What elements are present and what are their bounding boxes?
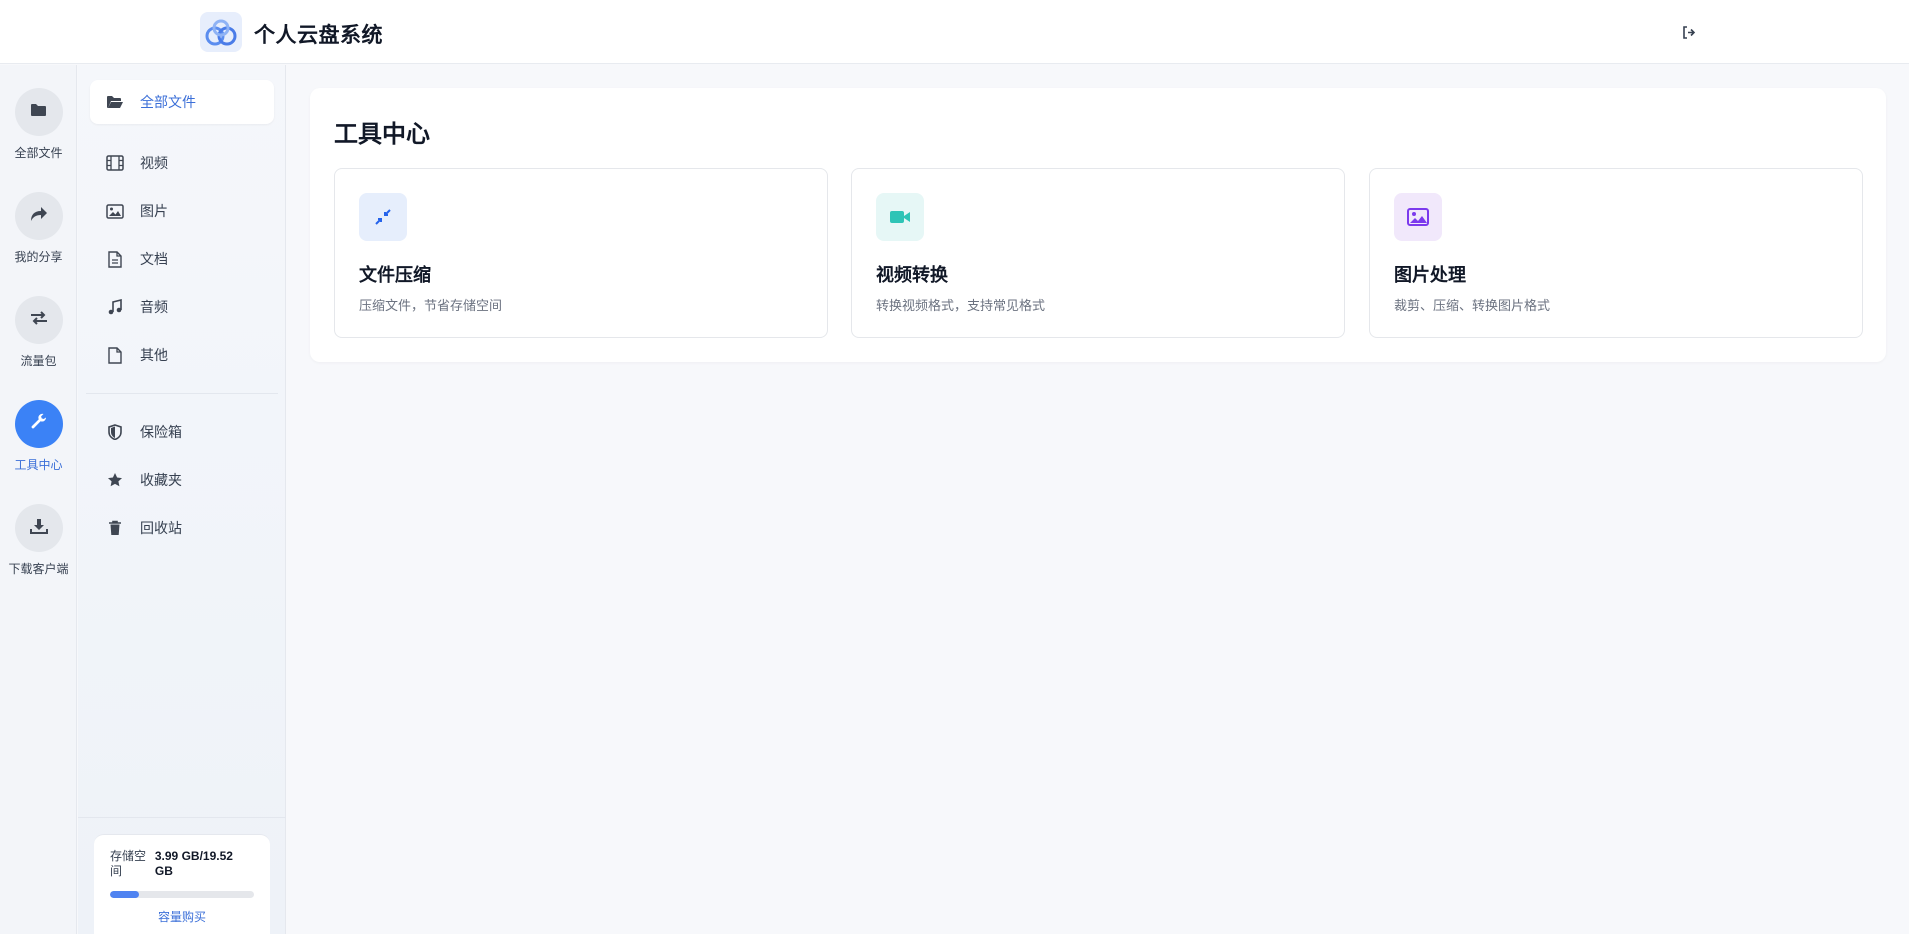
folder-open-icon: [106, 93, 124, 111]
video-camera-icon: [876, 193, 924, 241]
sidebar-item-label: 视频: [140, 155, 168, 171]
tool-card-video-convert[interactable]: 视频转换 转换视频格式，支持常见格式: [851, 168, 1345, 338]
rail-item-all-files[interactable]: 全部文件: [0, 88, 77, 178]
storage-progress-fill: [110, 891, 140, 898]
sidebar-item-label: 其他: [140, 347, 168, 363]
sidebar-item-recycle-bin[interactable]: 回收站: [90, 506, 274, 550]
image-icon: [1394, 193, 1442, 241]
rail-item-my-share[interactable]: 我的分享: [0, 192, 77, 282]
tool-description: 压缩文件，节省存储空间: [359, 298, 503, 313]
tool-description: 裁剪、压缩、转换图片格式: [1394, 298, 1551, 313]
left-rail: 全部文件 我的分享 流量包 工具中心 下载客户端: [0, 65, 77, 934]
folder-icon: [30, 103, 47, 122]
tool-title: 文件压缩: [359, 265, 431, 285]
storage-label: 存储空间: [110, 849, 147, 878]
sidebar-item-video[interactable]: 视频: [90, 141, 274, 185]
rail-item-label: 流量包: [20, 354, 57, 368]
music-icon: [106, 298, 124, 316]
sidebar-item-safe-box[interactable]: 保险箱: [90, 410, 274, 454]
sidebar-item-label: 音频: [140, 299, 168, 315]
file-sidebar: 全部文件 视频 图片 文档 音频 其他 保险箱 收藏夹 回收站 存储空间 3.9…: [78, 65, 286, 934]
sidebar-item-all-files[interactable]: 全部文件: [90, 80, 274, 124]
shield-icon: [106, 423, 124, 441]
tool-center-panel: 工具中心 文件压缩 压缩文件，节省存储空间 视频转换 转换视频格式，支持常见格式: [310, 88, 1886, 362]
app-title: 个人云盘系统: [254, 24, 383, 47]
sidebar-item-label: 回收站: [140, 520, 182, 536]
film-icon: [106, 154, 124, 172]
compress-icon: [359, 193, 407, 241]
rail-item-traffic-pack[interactable]: 流量包: [0, 296, 77, 386]
file-icon: [106, 346, 124, 364]
sidebar-divider: [78, 817, 286, 818]
tool-title: 视频转换: [876, 265, 948, 285]
rail-item-tool-center[interactable]: 工具中心: [0, 400, 77, 490]
sidebar-item-label: 收藏夹: [140, 472, 182, 488]
cloud-logo-icon: [200, 12, 242, 52]
sidebar-item-other[interactable]: 其他: [90, 333, 274, 377]
tool-card-file-compress[interactable]: 文件压缩 压缩文件，节省存储空间: [334, 168, 828, 338]
tool-card-image-process[interactable]: 图片处理 裁剪、压缩、转换图片格式: [1369, 168, 1863, 338]
top-header: 个人云盘系统: [0, 0, 1909, 64]
sign-out-icon[interactable]: [1681, 24, 1697, 40]
storage-progress-bar: [110, 891, 254, 898]
rail-item-label: 我的分享: [14, 250, 63, 264]
sidebar-divider: [86, 393, 278, 394]
page-title: 工具中心: [334, 121, 430, 148]
wrench-icon: [30, 413, 48, 436]
file-text-icon: [106, 250, 124, 268]
sidebar-item-document[interactable]: 文档: [90, 237, 274, 281]
rail-item-download-client[interactable]: 下载客户端: [0, 504, 77, 594]
sidebar-item-label: 保险箱: [140, 424, 182, 440]
rail-item-label: 工具中心: [14, 458, 63, 472]
sidebar-item-favorites[interactable]: 收藏夹: [90, 458, 274, 502]
storage-card: 存储空间 3.99 GB/19.52 GB 容量购买: [94, 834, 270, 934]
sidebar-item-label: 全部文件: [140, 94, 196, 110]
exchange-icon: [30, 310, 48, 331]
sidebar-item-label: 图片: [140, 203, 168, 219]
sidebar-item-audio[interactable]: 音频: [90, 285, 274, 329]
sidebar-item-label: 文档: [140, 251, 168, 267]
buy-capacity-link[interactable]: 容量购买: [110, 908, 254, 925]
tool-title: 图片处理: [1394, 265, 1466, 285]
rail-item-label: 下载客户端: [8, 562, 69, 576]
rail-item-label: 全部文件: [14, 146, 63, 160]
trash-icon: [106, 519, 124, 537]
image-icon: [106, 202, 124, 220]
share-icon: [30, 206, 48, 227]
sidebar-item-image[interactable]: 图片: [90, 189, 274, 233]
storage-value: 3.99 GB/19.52 GB: [154, 849, 233, 878]
tool-description: 转换视频格式，支持常见格式: [876, 298, 1046, 313]
download-icon: [29, 518, 48, 539]
star-icon: [106, 471, 124, 489]
